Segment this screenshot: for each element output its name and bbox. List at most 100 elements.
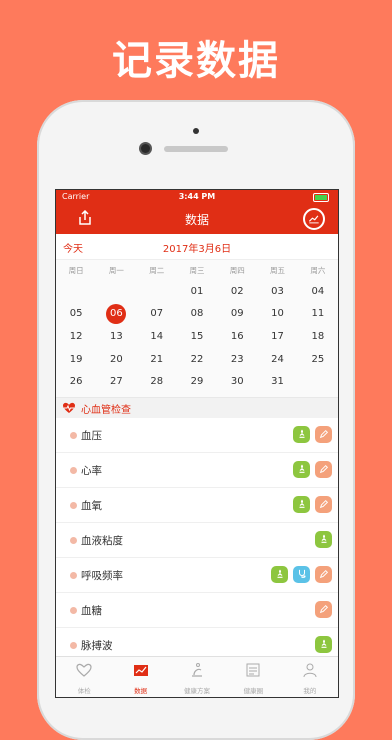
calendar-day-number: 25 <box>311 353 325 365</box>
list-item[interactable]: 血糖 <box>56 593 338 628</box>
calendar-day-number: 16 <box>230 330 244 342</box>
calendar-day[interactable]: 23 <box>217 354 257 365</box>
calendar-day[interactable]: 12 <box>56 331 96 342</box>
tab-label: 健康圈 <box>243 687 264 695</box>
pencil-icon[interactable] <box>315 495 332 513</box>
status-time: 3:44 PM <box>178 192 216 201</box>
heart-outline-icon <box>76 663 92 677</box>
heart-pulse-icon <box>63 402 75 413</box>
list-item[interactable]: 血压 <box>56 418 338 453</box>
calendar-day[interactable]: 17 <box>257 331 297 342</box>
list-item[interactable]: 呼吸频率 <box>56 558 338 593</box>
calendar-day-number: 03 <box>271 285 284 297</box>
list-item[interactable]: 血氧 <box>56 488 338 523</box>
measurement-list: 血压 心率 血氧 血液粘度 呼吸频率 血糖 脉搏波 <box>56 418 338 663</box>
calendar-week: 26 27 28 29 30 31 <box>56 370 338 393</box>
calendar-day[interactable]: 20 <box>96 354 136 365</box>
bullet-dot <box>70 571 77 579</box>
calendar-day[interactable]: 26 <box>56 376 96 387</box>
notes-icon <box>246 663 260 677</box>
calendar-day[interactable]: 19 <box>56 354 96 365</box>
weekday-label: 周五 <box>270 265 286 275</box>
calendar-day[interactable]: 04 <box>298 286 338 297</box>
calendar-day[interactable]: 21 <box>137 354 177 365</box>
calendar-day[interactable]: 10 <box>257 308 297 319</box>
list-item[interactable]: 心率 <box>56 453 338 488</box>
pencil-icon[interactable] <box>315 600 332 618</box>
bullet-dot <box>70 536 77 544</box>
item-label: 呼吸频率 <box>81 569 123 582</box>
microscope-icon[interactable] <box>293 425 310 443</box>
tab-4[interactable]: 我的 <box>282 657 338 697</box>
calendar-day[interactable]: 03 <box>257 286 297 297</box>
calendar-week: 05 06 07 08 09 10 11 <box>56 303 338 326</box>
microscope-icon[interactable] <box>315 530 332 548</box>
microscope-icon[interactable] <box>293 460 310 478</box>
weekday-label: 周一 <box>108 265 124 275</box>
calendar-day[interactable]: 07 <box>137 308 177 319</box>
weekday-label: 周三 <box>189 265 205 275</box>
calendar-day[interactable]: 14 <box>137 331 177 342</box>
calendar-day[interactable]: 13 <box>96 331 136 342</box>
microscope-icon[interactable] <box>271 565 288 583</box>
trend-chart-icon[interactable] <box>303 208 325 230</box>
current-date[interactable]: 2017年3月6日 <box>56 240 338 255</box>
tab-1[interactable]: 数据 <box>112 657 168 697</box>
calendar-day[interactable]: 24 <box>257 354 297 365</box>
calendar-day[interactable]: 18 <box>298 331 338 342</box>
calendar-week: 19 20 21 22 23 24 25 <box>56 348 338 371</box>
stethoscope-icon[interactable] <box>293 565 310 583</box>
section-header: 心血管检查 <box>56 396 338 418</box>
tab-3[interactable]: 健康圈 <box>225 657 281 697</box>
status-bar: Carrier 3:44 PM <box>56 190 338 204</box>
pencil-icon[interactable] <box>315 565 332 583</box>
bullet-dot <box>70 606 77 614</box>
calendar-day[interactable]: 05 <box>56 308 96 319</box>
calendar-day-number: 22 <box>190 353 204 365</box>
calendar-day[interactable]: 31 <box>257 376 297 387</box>
calendar-day-number: 30 <box>230 376 244 388</box>
calendar-day-number: 31 <box>271 376 284 388</box>
calendar-day[interactable]: 16 <box>217 331 257 342</box>
calendar-day-number: 28 <box>150 376 164 388</box>
calendar-day[interactable]: 15 <box>177 331 217 342</box>
page-title: 数据 <box>184 213 209 227</box>
nav-bar: 数据 <box>56 204 338 234</box>
microscope-icon[interactable] <box>293 495 310 513</box>
item-label: 血糖 <box>81 604 102 617</box>
calendar-day-number: 17 <box>271 330 284 342</box>
phone-sensor-dot <box>193 128 199 134</box>
tab-bar: 体检 数据 健康方案 健康圈 我的 <box>56 656 338 697</box>
calendar-day-number: 29 <box>190 376 204 388</box>
calendar-day[interactable]: 28 <box>137 376 177 387</box>
item-label: 血液粘度 <box>81 534 123 547</box>
calendar-day[interactable]: 30 <box>217 376 257 387</box>
calendar-day[interactable]: 27 <box>96 376 136 387</box>
earpiece-speaker <box>164 146 228 152</box>
bullet-dot <box>70 501 77 509</box>
calendar-day[interactable]: 25 <box>298 354 338 365</box>
calendar-day[interactable]: 22 <box>177 354 217 365</box>
tab-0[interactable]: 体检 <box>56 657 112 697</box>
calendar-day-number: 04 <box>311 285 325 297</box>
calendar-day[interactable]: 02 <box>217 286 257 297</box>
calendar-day[interactable]: 06 <box>96 303 136 324</box>
calendar-day[interactable]: 29 <box>177 376 217 387</box>
calendar-day-number: 11 <box>311 308 325 320</box>
weekday-label: 周六 <box>310 265 326 275</box>
microscope-icon[interactable] <box>315 635 332 653</box>
tab-2[interactable]: 健康方案 <box>169 657 225 697</box>
calendar-day-number: 27 <box>110 376 123 388</box>
calendar-day[interactable]: 08 <box>177 308 217 319</box>
calendar-day[interactable]: 09 <box>217 308 257 319</box>
calendar-day[interactable]: 11 <box>298 308 338 319</box>
item-actions <box>293 495 332 513</box>
item-actions <box>293 425 332 443</box>
pencil-icon[interactable] <box>315 460 332 478</box>
calendar-day-number: 01 <box>190 285 204 297</box>
calendar-day[interactable]: 01 <box>177 286 217 297</box>
calendar-day-number: 09 <box>230 308 244 320</box>
list-item[interactable]: 血液粘度 <box>56 523 338 558</box>
calendar-day-number: 14 <box>150 330 164 342</box>
pencil-icon[interactable] <box>315 425 332 443</box>
